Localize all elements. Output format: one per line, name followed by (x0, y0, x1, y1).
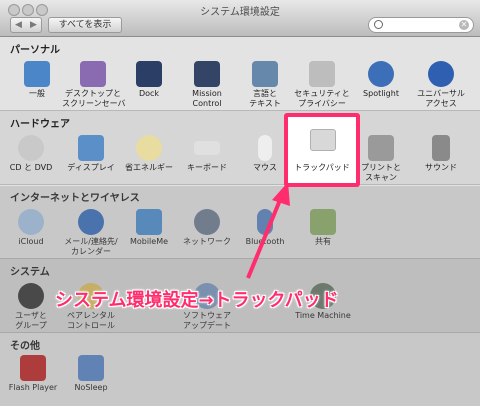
system-preferences-window: システム環境設定 ◀ ▶ すべてを表示 ✕ パーソナル ハードウェア インターネ… (0, 0, 480, 406)
annotation-caption: システム環境設定→トラックパッド (55, 290, 339, 311)
annotation-arrow (246, 182, 290, 279)
